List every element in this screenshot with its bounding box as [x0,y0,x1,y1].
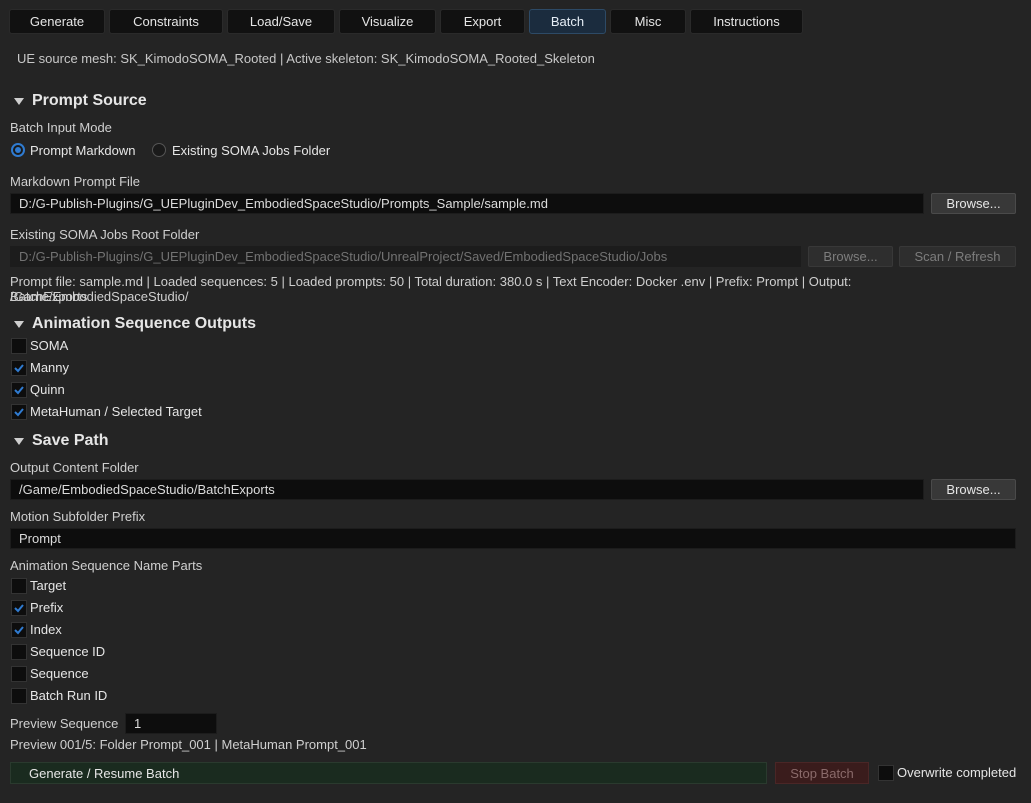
checkbox-prefix[interactable] [11,600,27,616]
prefix-label: Motion Subfolder Prefix [10,509,146,524]
checkbox-sequence-id[interactable] [11,644,27,660]
source-info-line: UE source mesh: SK_KimodoSOMA_Rooted | A… [17,51,595,66]
name-parts-label: Animation Sequence Name Parts [10,558,203,573]
overwrite-checkbox[interactable] [878,765,894,781]
checkmark-icon [14,626,24,635]
checkbox-manny[interactable] [11,360,27,376]
tab-generate[interactable]: Generate [9,9,105,34]
section-prompt-source[interactable]: Prompt Source [14,92,147,110]
checkbox-metahuman[interactable] [11,404,27,420]
section-title: Save Path [32,432,109,449]
output-folder-field[interactable]: /Game/EmbodiedSpaceStudio/BatchExports [10,479,924,500]
checkbox-sequence[interactable] [11,666,27,682]
preview-sequence-field[interactable]: 1 [125,713,217,734]
status-line-1: Prompt file: sample.md | Loaded sequence… [10,274,852,304]
output-browse-button[interactable]: Browse... [931,479,1016,500]
checkbox-quinn[interactable] [11,382,27,398]
tab-visualize[interactable]: Visualize [339,9,436,34]
tab-instructions[interactable]: Instructions [690,9,803,34]
status-line-2: BatchExports [10,289,88,304]
section-outputs[interactable]: Animation Sequence Outputs [14,315,256,333]
jobs-folder-field[interactable]: D:/G-Publish-Plugins/G_UEPluginDev_Embod… [10,246,801,267]
tab-export[interactable]: Export [440,9,525,34]
jobs-folder-label: Existing SOMA Jobs Root Folder [10,227,200,242]
checkbox-sequence-label[interactable]: Sequence [30,666,89,681]
preview-sequence-label: Preview Sequence [10,716,119,731]
checkbox-index[interactable] [11,622,27,638]
tab-batch[interactable]: Batch [529,9,606,34]
radio-prompt-markdown-label[interactable]: Prompt Markdown [30,143,135,158]
radio-existing-jobs-label[interactable]: Existing SOMA Jobs Folder [172,143,330,158]
checkbox-batch-run-id[interactable] [11,688,27,704]
section-title: Prompt Source [32,92,147,109]
radio-existing-jobs[interactable] [152,143,166,157]
checkbox-batch-run-id-label[interactable]: Batch Run ID [30,688,107,703]
checkbox-target[interactable] [11,578,27,594]
prefix-field[interactable]: Prompt [10,528,1016,549]
checkbox-soma-label[interactable]: SOMA [30,338,68,353]
collapse-triangle-icon[interactable] [14,437,24,445]
section-title: Animation Sequence Outputs [32,315,257,332]
collapse-triangle-icon[interactable] [14,320,24,328]
radio-prompt-markdown[interactable] [11,143,25,157]
checkmark-icon [14,386,24,395]
collapse-triangle-icon[interactable] [14,97,24,105]
preview-text: Preview 001/5: Folder Prompt_001 | MetaH… [10,737,367,752]
markdown-browse-button[interactable]: Browse... [931,193,1016,214]
section-save-path[interactable]: Save Path [14,432,108,450]
overwrite-label[interactable]: Overwrite completed [897,765,1016,780]
checkbox-soma[interactable] [11,338,27,354]
generate-resume-button[interactable]: Generate / Resume Batch [10,762,767,784]
checkmark-icon [14,604,24,613]
checkbox-quinn-label[interactable]: Quinn [30,382,65,397]
scan-refresh-button[interactable]: Scan / Refresh [899,246,1016,267]
tab-constraints[interactable]: Constraints [109,9,223,34]
checkbox-prefix-label[interactable]: Prefix [30,600,63,615]
checkbox-sequence-id-label[interactable]: Sequence ID [30,644,105,659]
jobs-browse-button[interactable]: Browse... [808,246,893,267]
tab-misc[interactable]: Misc [610,9,686,34]
batch-input-mode-label: Batch Input Mode [10,120,112,135]
output-folder-label: Output Content Folder [10,460,139,475]
markdown-file-label: Markdown Prompt File [10,174,141,189]
checkbox-metahuman-label[interactable]: MetaHuman / Selected Target [30,404,202,419]
tab-load-save[interactable]: Load/Save [227,9,335,34]
checkmark-icon [14,408,24,417]
checkmark-icon [14,364,24,373]
checkbox-manny-label[interactable]: Manny [30,360,69,375]
markdown-file-field[interactable]: D:/G-Publish-Plugins/G_UEPluginDev_Embod… [10,193,924,214]
checkbox-target-label[interactable]: Target [30,578,66,593]
checkbox-index-label[interactable]: Index [30,622,62,637]
stop-batch-button[interactable]: Stop Batch [775,762,869,784]
